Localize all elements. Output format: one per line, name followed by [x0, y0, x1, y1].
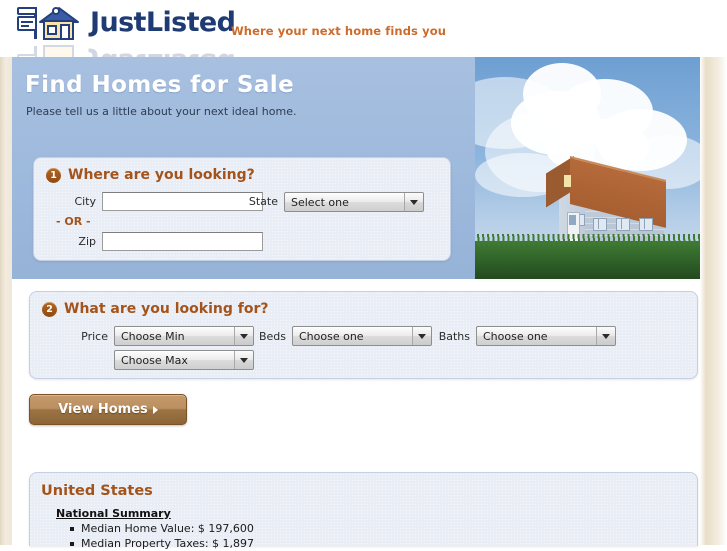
logo-reflection-text: JustListed [90, 43, 234, 57]
city-label: City [74, 195, 96, 208]
state-select-value: Select one [291, 195, 349, 209]
national-stats-panel: United States National Summary Median Ho… [29, 472, 698, 550]
summary-title: National Summary [56, 507, 171, 520]
price-max-value: Choose Max [121, 353, 188, 367]
right-gutter [700, 0, 727, 545]
left-gutter [0, 0, 12, 545]
baths-select[interactable]: Choose one [476, 326, 616, 346]
step-2-heading-text: What are you looking for? [64, 301, 269, 317]
logo-wordmark: JustListed [90, 7, 236, 38]
step-1-badge: 1 [46, 167, 61, 183]
zip-input[interactable] [102, 232, 263, 251]
region-title: United States [41, 483, 153, 499]
chevron-down-icon[interactable] [234, 351, 253, 369]
city-input[interactable] [102, 192, 263, 211]
door-glass [569, 215, 576, 225]
price-min-select[interactable]: Choose Min [114, 326, 254, 346]
beds-value: Choose one [299, 329, 364, 343]
chevron-down-icon[interactable] [404, 193, 423, 211]
house-with-sign-icon [14, 4, 88, 42]
beds-select[interactable]: Choose one [292, 326, 432, 346]
site-header: JustListed JustListed Where your next ho… [0, 0, 727, 57]
window [639, 218, 653, 231]
page-subtitle: Please tell us a little about your next … [26, 105, 297, 118]
window [616, 218, 630, 231]
step-2-panel: 2 What are you looking for? Price Choose… [29, 291, 698, 379]
logo[interactable]: JustListed [14, 4, 236, 42]
stats-list: Median Home Value: $ 197,600 Median Prop… [68, 521, 254, 551]
baths-value: Choose one [483, 329, 548, 343]
play-triangle-icon [152, 405, 158, 414]
step-1-panel: 1 Where are you looking? City - OR - Zip… [33, 157, 451, 261]
grass [475, 234, 700, 279]
step-1-heading-text: Where are you looking? [68, 167, 255, 183]
page-root: JustListed JustListed Where your next ho… [0, 0, 727, 550]
baths-label: Baths [438, 330, 470, 343]
price-label: Price [81, 330, 108, 343]
or-separator: - OR - [56, 215, 91, 228]
state-select[interactable]: Select one [284, 192, 424, 212]
list-item: Median Home Value: $ 197,600 [68, 521, 254, 536]
beds-label: Beds [258, 330, 286, 343]
price-max-select[interactable]: Choose Max [114, 350, 254, 370]
step-1-heading: 1 Where are you looking? [46, 167, 255, 183]
page-title: Find Homes for Sale [25, 72, 295, 98]
chevron-down-icon[interactable] [596, 327, 615, 345]
attic-window [564, 175, 571, 187]
logo-reflection: JustListed [14, 43, 234, 57]
window [593, 218, 607, 231]
price-min-value: Choose Min [121, 329, 185, 343]
state-label: State [248, 195, 278, 208]
brand-tagline: Where your next home finds you [231, 24, 446, 38]
step-2-badge: 2 [42, 301, 57, 317]
view-homes-label: View Homes [58, 402, 148, 417]
view-homes-button[interactable]: View Homes [29, 394, 187, 425]
step-2-heading: 2 What are you looking for? [42, 301, 268, 317]
zip-label: Zip [78, 235, 96, 248]
house-photo [475, 57, 700, 279]
list-item: Median Property Taxes: $ 1,897 [68, 536, 254, 551]
